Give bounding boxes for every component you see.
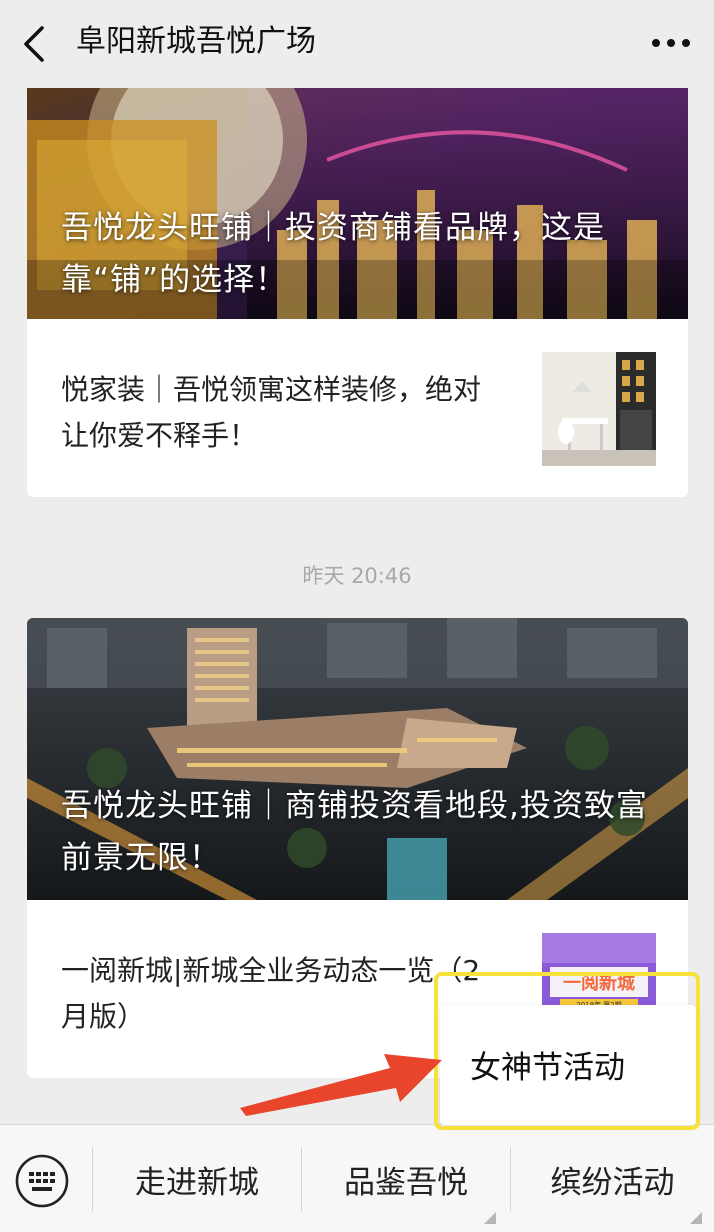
article-card: 吾悦龙头旺铺｜投资商铺看品牌，这是靠“铺”的选择！ 悦家装｜吾悦领寓这样装修，绝…	[27, 80, 688, 497]
menu-item-enter-xincheng[interactable]: 走进新城	[93, 1125, 301, 1232]
interior-photo-image	[542, 352, 656, 466]
submenu-indicator-icon	[690, 1212, 702, 1224]
article-hero[interactable]: 吾悦龙头旺铺｜商铺投资看地段,投资致富前景无限！	[27, 618, 688, 900]
bottom-menu-bar: 走进新城 品鉴吾悦 缤纷活动	[0, 1124, 714, 1232]
submenu-item-goddess-day[interactable]: 女神节活动	[470, 1046, 625, 1090]
article-list-item[interactable]: 悦家装｜吾悦领寓这样装修，绝对让你爱不释手！	[27, 319, 688, 497]
more-dots-icon	[652, 39, 690, 47]
article-hero[interactable]: 吾悦龙头旺铺｜投资商铺看品牌，这是靠“铺”的选择！	[27, 80, 688, 319]
interior-thumbnail	[542, 352, 656, 466]
article-item-title: 悦家装｜吾悦领寓这样装修，绝对让你爱不释手！	[61, 373, 482, 452]
menu-item-appreciate-wuyue[interactable]: 品鉴吾悦	[302, 1125, 510, 1232]
submenu-indicator-icon	[484, 1212, 496, 1224]
back-button[interactable]	[18, 22, 52, 66]
article-title: 吾悦龙头旺铺｜投资商铺看品牌，这是靠“铺”的选择！	[61, 210, 605, 298]
keyboard-toggle-button[interactable]	[14, 1153, 70, 1209]
menu-item-activities[interactable]: 缤纷活动	[511, 1125, 714, 1232]
chevron-left-icon	[24, 26, 44, 62]
pointer-arrow-icon	[230, 1010, 450, 1120]
nav-bar: 阜阳新城吾悦广场	[0, 0, 714, 88]
message-timestamp: 昨天 20:46	[302, 564, 412, 588]
page-title: 阜阳新城吾悦广场	[76, 24, 316, 59]
more-button[interactable]	[648, 28, 694, 58]
keyboard-icon	[15, 1154, 69, 1208]
article-title: 吾悦龙头旺铺｜商铺投资看地段,投资致富前景无限！	[61, 788, 648, 876]
